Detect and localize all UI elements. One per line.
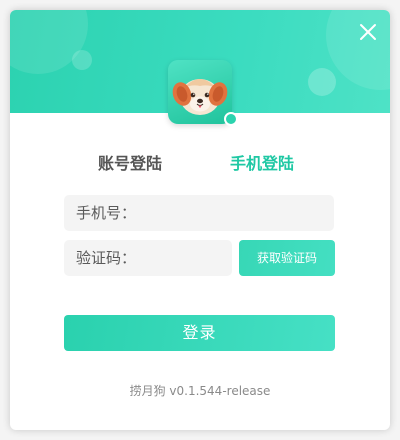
tab-phone-login[interactable]: 手机登陆 [230, 150, 294, 174]
tab-account-login[interactable]: 账号登陆 [98, 150, 162, 174]
close-icon [360, 24, 376, 40]
version-label: 捞月狗 v0.1.544-release [129, 384, 271, 398]
code-field [64, 240, 232, 276]
status-dot [224, 112, 238, 126]
verification-code-input[interactable] [64, 240, 232, 276]
puppy-logo-icon [172, 79, 228, 115]
avatar [168, 60, 232, 124]
close-button[interactable] [356, 20, 380, 44]
login-window: 账号登陆 手机登陆 获取验证码 登录 捞月狗 v0.1.544-release [10, 10, 390, 430]
phone-input[interactable] [64, 195, 334, 231]
get-code-button[interactable]: 获取验证码 [239, 240, 335, 276]
login-button[interactable]: 登录 [64, 315, 335, 351]
decor-bubble [72, 50, 92, 70]
decor-bubble [308, 68, 336, 96]
phone-field [64, 195, 334, 231]
